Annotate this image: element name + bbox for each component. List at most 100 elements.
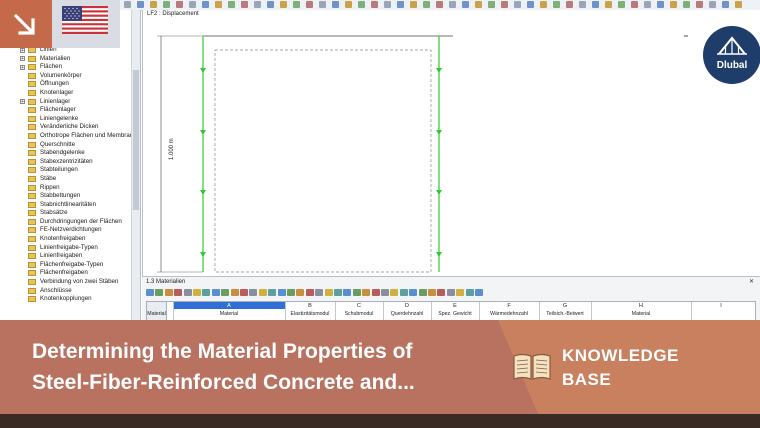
- toolbar-button[interactable]: [267, 1, 274, 8]
- toolbar-button[interactable]: [241, 1, 248, 8]
- toolbar-button[interactable]: [176, 1, 183, 8]
- toolbar-button[interactable]: [579, 1, 586, 8]
- navigator-item[interactable]: Stabnichtlinearitäten: [20, 201, 133, 210]
- toolbar-button[interactable]: [436, 1, 443, 8]
- expand-icon[interactable]: +: [20, 64, 25, 70]
- toolbar-button[interactable]: [722, 1, 729, 8]
- navigator-item[interactable]: Knotenlager: [20, 89, 133, 98]
- navigator-item[interactable]: FE-Netzverdichtungen: [20, 226, 133, 235]
- expand-icon[interactable]: +: [20, 47, 25, 53]
- table-toolbar-button[interactable]: [371, 289, 380, 296]
- navigator-item[interactable]: + Materialien: [20, 55, 133, 64]
- navigator-item[interactable]: Liniengelenke: [20, 115, 133, 124]
- toolbar-button[interactable]: [514, 1, 521, 8]
- toolbar-button[interactable]: [553, 1, 560, 8]
- expand-icon[interactable]: +: [20, 99, 25, 105]
- table-toolbar-button[interactable]: [324, 289, 333, 296]
- toolbar-button[interactable]: [735, 1, 742, 8]
- column-letter[interactable]: F: [479, 303, 539, 309]
- table-toolbar-button[interactable]: [352, 289, 361, 296]
- toolbar-button[interactable]: [358, 1, 365, 8]
- table-toolbar-button[interactable]: [230, 289, 239, 296]
- toolbar-button[interactable]: [501, 1, 508, 8]
- close-icon[interactable]: ✕: [749, 278, 754, 285]
- navigator-item[interactable]: Volumenkörper: [20, 72, 133, 81]
- article-headline[interactable]: Determining the Material Properties of S…: [32, 336, 512, 398]
- toolbar-button[interactable]: [657, 1, 664, 8]
- toolbar-button[interactable]: [527, 1, 534, 8]
- table-toolbar-button[interactable]: [362, 289, 371, 296]
- toolbar-button[interactable]: [124, 1, 131, 8]
- table-toolbar-button[interactable]: [409, 289, 418, 296]
- knowledge-base-label[interactable]: KNOWLEDGE BASE: [562, 344, 679, 392]
- column-header[interactable]: Elastizitätsmodul: [285, 311, 335, 317]
- toolbar-button[interactable]: [709, 1, 716, 8]
- navigator-item[interactable]: Linienfreigabe-Typen: [20, 244, 133, 253]
- toolbar-button[interactable]: [605, 1, 612, 8]
- navigator-item[interactable]: Stäbe: [20, 175, 133, 184]
- toolbar-button[interactable]: [215, 1, 222, 8]
- expand-icon[interactable]: +: [20, 56, 25, 62]
- navigator-scroll-thumb[interactable]: [133, 70, 139, 210]
- toolbar-button[interactable]: [566, 1, 573, 8]
- column-letter[interactable]: H: [591, 303, 691, 309]
- toolbar-button[interactable]: [163, 1, 170, 8]
- table-toolbar-button[interactable]: [258, 289, 267, 296]
- toolbar-button[interactable]: [280, 1, 287, 8]
- toolbar-button[interactable]: [644, 1, 651, 8]
- navigator-item[interactable]: Veränderliche Dicken: [20, 123, 133, 132]
- toolbar-button[interactable]: [423, 1, 430, 8]
- toolbar-button[interactable]: [592, 1, 599, 8]
- column-header[interactable]: Spez. Gewicht: [431, 311, 479, 317]
- column-letter[interactable]: I: [691, 303, 751, 309]
- navigator-item[interactable]: Rippen: [20, 184, 133, 193]
- table-toolbar-button[interactable]: [268, 289, 277, 296]
- column-header[interactable]: Teilsich.-Beiwert: [539, 311, 591, 317]
- toolbar-button[interactable]: [670, 1, 677, 8]
- navigator-item[interactable]: Stabsätze: [20, 209, 133, 218]
- toolbar-button[interactable]: [488, 1, 495, 8]
- table-toolbar-button[interactable]: [193, 289, 201, 296]
- column-letter[interactable]: B: [285, 303, 335, 309]
- navigator-item[interactable]: + Flächen: [20, 63, 133, 72]
- table-toolbar-button[interactable]: [240, 289, 248, 296]
- table-toolbar-button[interactable]: [343, 289, 352, 296]
- toolbar-button[interactable]: [137, 1, 144, 8]
- navigator-item[interactable]: Knotenkopplungen: [20, 295, 133, 304]
- navigator-item[interactable]: Anschlüsse: [20, 287, 133, 296]
- table-toolbar-button[interactable]: [164, 289, 173, 296]
- column-letter[interactable]: E: [431, 303, 479, 309]
- column-header[interactable]: Schubmodul: [335, 311, 383, 317]
- navigator-item[interactable]: Orthotrope Flächen und Membran: [20, 132, 133, 141]
- toolbar-button[interactable]: [696, 1, 703, 8]
- column-header[interactable]: Wärmedehnzahl: [479, 311, 539, 317]
- table-toolbar-button[interactable]: [183, 289, 192, 296]
- toolbar-button[interactable]: [228, 1, 235, 8]
- column-header[interactable]: Material: [591, 311, 691, 317]
- table-toolbar-button[interactable]: [428, 289, 436, 296]
- table-toolbar-button[interactable]: [277, 289, 286, 296]
- navigator-item[interactable]: Stabendgelenke: [20, 149, 133, 158]
- table-toolbar-button[interactable]: [287, 289, 295, 296]
- column-letter[interactable]: D: [383, 303, 431, 309]
- toolbar-button[interactable]: [319, 1, 326, 8]
- table-toolbar-button[interactable]: [418, 289, 427, 296]
- column-header[interactable]: Querdehnzahl: [383, 311, 431, 317]
- navigator-item[interactable]: Stabteilungen: [20, 166, 133, 175]
- us-flag-icon[interactable]: [62, 6, 108, 34]
- toolbar-button[interactable]: [618, 1, 625, 8]
- navigator-scrollbar[interactable]: [131, 10, 140, 320]
- table-toolbar-button[interactable]: [390, 289, 399, 296]
- toolbar-button[interactable]: [397, 1, 404, 8]
- table-toolbar-button[interactable]: [381, 289, 389, 296]
- navigator-item[interactable]: Flächenlager: [20, 106, 133, 115]
- table-toolbar-button[interactable]: [146, 289, 154, 296]
- navigator-item[interactable]: Flächenfreigabe-Typen: [20, 261, 133, 270]
- navigator-item[interactable]: Stabbettungen: [20, 192, 133, 201]
- table-toolbar-button[interactable]: [211, 289, 220, 296]
- table-toolbar-button[interactable]: [249, 289, 258, 296]
- toolbar-button[interactable]: [683, 1, 690, 8]
- table-toolbar-button[interactable]: [296, 289, 305, 296]
- table-toolbar-button[interactable]: [475, 289, 483, 296]
- toolbar-button[interactable]: [410, 1, 417, 8]
